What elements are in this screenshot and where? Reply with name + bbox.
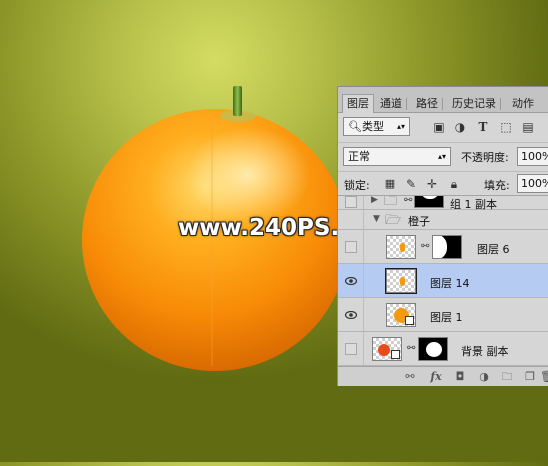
layer-name: 图层 1: [430, 311, 463, 324]
layer-name: 图层 6: [477, 243, 510, 256]
delete-icon[interactable]: 🗑︎: [539, 370, 548, 384]
tab-channels[interactable]: 通道: [376, 95, 407, 113]
layer-row[interactable]: ⚯ 背景 副本: [338, 332, 548, 366]
layer-thumbnail: [386, 303, 416, 327]
link-layers-icon[interactable]: ⚯: [402, 370, 418, 384]
new-layer-icon[interactable]: ❐: [522, 370, 538, 384]
adjustment-filter-icon[interactable]: ◑: [452, 119, 468, 135]
blend-mode-select[interactable]: 正常 ▴▾: [343, 147, 451, 166]
updown-arrow-icon: ▴▾: [396, 122, 405, 131]
visibility-cell: [338, 332, 364, 365]
tab-paths[interactable]: 路径: [412, 95, 443, 113]
search-icon: 🔍︎: [348, 120, 362, 133]
fill-input[interactable]: 100%: [517, 174, 548, 193]
layer-thumbnail: [385, 268, 417, 294]
smart-object-badge-icon: [391, 350, 400, 359]
layer-name: 背景 副本: [461, 345, 509, 358]
filter-kind-select[interactable]: 🔍︎ 类型 ▴▾: [343, 117, 410, 136]
fx-icon[interactable]: fx: [428, 370, 444, 384]
visibility-cell: [338, 210, 364, 229]
tab-actions[interactable]: 动作: [508, 95, 538, 113]
type-filter-icon[interactable]: T: [475, 119, 491, 135]
layer-name: 橙子: [408, 215, 430, 228]
layer-row[interactable]: ▶ 🗀︎ ⚯ 组 1 副本: [338, 195, 548, 211]
lock-position-icon[interactable]: ✛: [424, 176, 440, 192]
smart-object-filter-icon[interactable]: ▤: [520, 119, 536, 135]
layers-list: ▶ 🗀︎ ⚯ 组 1 副本 ▼ 🗁︎ 橙子 ⚯ 图层 6 图层 14 图层 1 …: [338, 195, 548, 367]
fill-label: 填充:: [484, 179, 510, 192]
layer-row[interactable]: 图层 14: [338, 264, 548, 298]
eye-icon[interactable]: [345, 311, 357, 319]
expand-arrow-icon[interactable]: ▶: [371, 196, 378, 205]
image-filter-icon[interactable]: ▣: [431, 119, 447, 135]
collapse-arrow-icon[interactable]: ▼: [373, 214, 380, 224]
link-icon: ⚯: [404, 195, 413, 206]
opacity-label: 不透明度:: [461, 151, 509, 164]
filter-kind-label: 类型: [362, 120, 384, 133]
link-icon: ⚯: [421, 241, 430, 252]
tab-layers[interactable]: 图层: [342, 94, 374, 113]
visibility-cell: [338, 196, 364, 209]
opacity-input[interactable]: 100%: [517, 147, 548, 166]
add-mask-icon[interactable]: ◘: [452, 370, 468, 384]
visibility-cell: [338, 298, 364, 331]
visibility-cell: [338, 264, 364, 297]
blend-mode-value: 正常: [348, 150, 370, 163]
layer-row[interactable]: ▼ 🗁︎ 橙子: [338, 210, 548, 230]
lock-transparent-pixels-icon[interactable]: ▦: [382, 176, 398, 192]
layer-row[interactable]: ⚯ 图层 6: [338, 230, 548, 264]
panel-tabs: 图层 通道 路径 历史记录 动作: [338, 87, 548, 113]
visibility-cell: [338, 230, 364, 263]
lock-label: 锁定:: [344, 179, 370, 192]
lock-row: 锁定: ▦ ✎ ✛ 🔒︎ 填充: 100%: [338, 171, 548, 195]
lock-all-icon[interactable]: 🔒︎: [446, 176, 462, 192]
layer-thumbnail: [386, 235, 416, 259]
layers-panel: 图层 通道 路径 历史记录 动作 🔍︎ 类型 ▴▾ ▣ ◑ T ⬚ ▤ 正常 ▴…: [337, 86, 548, 386]
link-icon: ⚯: [407, 343, 416, 354]
shape-filter-icon[interactable]: ⬚: [498, 119, 514, 135]
layer-mask-thumbnail: [418, 337, 448, 361]
layer-mask-thumbnail: [432, 235, 462, 259]
tab-history[interactable]: 历史记录: [448, 95, 501, 113]
layer-thumbnail: [372, 337, 402, 361]
eye-icon[interactable]: [345, 277, 357, 285]
smart-object-badge-icon: [405, 316, 414, 325]
panel-bottom-toolbar: ⚯ fx ◘ ◑ 🗀︎ ❐ 🗑︎: [338, 366, 548, 386]
layer-name: 图层 14: [430, 277, 470, 290]
filter-row: 🔍︎ 类型 ▴▾ ▣ ◑ T ⬚ ▤: [338, 114, 548, 140]
lock-image-pixels-icon[interactable]: ✎: [403, 176, 419, 192]
updown-arrow-icon: ▴▾: [437, 152, 446, 161]
visibility-toggle[interactable]: [345, 196, 357, 208]
blend-row: 正常 ▴▾ 不透明度: 100%: [338, 142, 548, 170]
visibility-toggle[interactable]: [345, 241, 357, 253]
layer-row[interactable]: 图层 1: [338, 298, 548, 332]
new-group-icon[interactable]: 🗀︎: [499, 370, 515, 384]
group-mask-thumbnail: [414, 196, 444, 208]
visibility-toggle[interactable]: [345, 343, 357, 355]
adjustment-icon[interactable]: ◑: [476, 370, 492, 384]
